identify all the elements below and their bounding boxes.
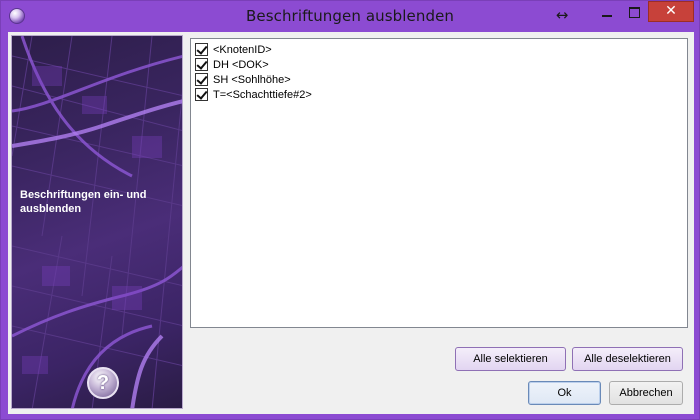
side-panel-caption: Beschriftungen ein- und ausblenden	[20, 189, 147, 215]
deselect-all-button[interactable]: Alle deselektieren	[572, 347, 683, 371]
title-bar[interactable]: Beschriftungen ausblenden ↔ ✕	[1, 1, 699, 32]
dialog-client-area: Beschriftungen ein- und ausblenden ? <Kn…	[8, 32, 694, 414]
list-item-label: DH <DOK>	[213, 58, 269, 71]
maximize-button[interactable]	[621, 2, 647, 22]
list-item-label: <KnotenID>	[213, 43, 272, 56]
list-item-label: T=<Schachttiefe#2>	[213, 88, 312, 101]
list-item[interactable]: SH <Sohlhöhe>	[195, 72, 291, 87]
ok-button[interactable]: Ok	[528, 381, 601, 405]
resize-icon[interactable]: ↔	[552, 5, 572, 25]
labels-checklist[interactable]: <KnotenID> DH <DOK> SH <Sohlhöhe> T=<Sch…	[190, 38, 688, 328]
minimize-button[interactable]	[594, 2, 620, 22]
select-all-button[interactable]: Alle selektieren	[455, 347, 566, 371]
checkbox-knoten-id[interactable]	[195, 43, 208, 56]
list-item[interactable]: DH <DOK>	[195, 57, 269, 72]
close-button[interactable]: ✕	[648, 1, 694, 22]
checkbox-sh-sohlhoehe[interactable]	[195, 73, 208, 86]
side-panel-map-image: Beschriftungen ein- und ausblenden ?	[11, 35, 183, 409]
list-item[interactable]: <KnotenID>	[195, 42, 272, 57]
checkbox-schachttiefe[interactable]	[195, 88, 208, 101]
checkbox-dh-dok[interactable]	[195, 58, 208, 71]
map-background-graphic	[12, 36, 182, 408]
list-item-label: SH <Sohlhöhe>	[213, 73, 291, 86]
help-icon[interactable]: ?	[87, 367, 119, 399]
dialog-window: Beschriftungen ausblenden ↔ ✕ Beschriftu…	[0, 0, 700, 420]
list-item[interactable]: T=<Schachttiefe#2>	[195, 87, 312, 102]
cancel-button[interactable]: Abbrechen	[609, 381, 683, 405]
